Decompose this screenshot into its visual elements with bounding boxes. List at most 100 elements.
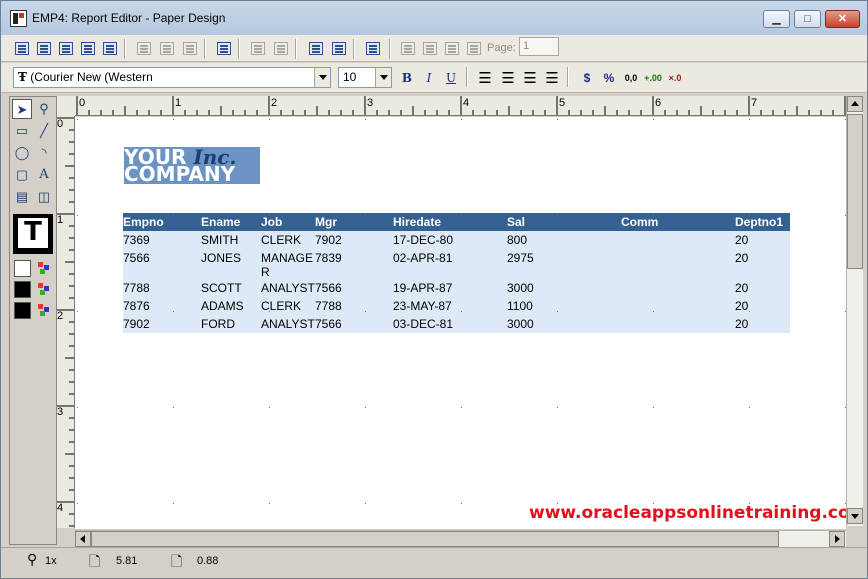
left-arrow-glyph — [80, 535, 85, 543]
maximize-button[interactable]: □ — [794, 10, 821, 28]
vertical-scroll-thumb[interactable] — [847, 114, 863, 269]
select-all-icon[interactable] — [362, 38, 382, 58]
down-arrow-glyph — [851, 514, 859, 519]
align-left-icon[interactable]: ☰ — [475, 68, 495, 88]
paper-parameter-form-icon[interactable] — [99, 38, 119, 58]
horizontal-scroll-thumb[interactable] — [91, 531, 779, 547]
select-tool-icon[interactable]: ➤ — [12, 99, 32, 119]
title-bar[interactable]: EMP4: Report Editor - Paper Design ▁ □ ✕ — [1, 1, 867, 35]
horizontal-scrollbar[interactable] — [75, 530, 846, 547]
column-header[interactable]: Deptno1 — [735, 215, 783, 229]
bring-to-front-icon[interactable] — [247, 38, 267, 58]
italic-button[interactable]: I — [419, 68, 439, 88]
font-select[interactable]: Ŧ (Courier New (Western — [13, 67, 331, 88]
data-model-icon[interactable] — [11, 38, 31, 58]
column-header[interactable]: Hiredate — [393, 215, 441, 229]
confine-mode-icon[interactable] — [305, 38, 325, 58]
scroll-up-icon[interactable] — [847, 96, 863, 112]
align-center-icon[interactable]: ☰ — [498, 68, 518, 88]
column-header[interactable]: Sal — [507, 215, 525, 229]
paper-design-canvas[interactable]: YOUR Inc. COMPANY Empno Ename Job Mgr Hireda… — [75, 117, 846, 529]
close-button[interactable]: ✕ — [825, 10, 860, 28]
horizontal-ruler[interactable]: 0 1 2 3 4 5 6 7 — [75, 96, 847, 116]
line-tool-icon[interactable]: ╱ — [34, 121, 54, 141]
column-header[interactable]: Comm — [621, 215, 658, 229]
table-cell: ANALYST — [261, 281, 315, 295]
currency-button[interactable]: $ — [577, 68, 597, 88]
text-color-icon[interactable] — [37, 303, 53, 319]
column-header[interactable]: Empno — [123, 215, 164, 229]
scroll-down-icon[interactable] — [847, 508, 863, 524]
column-header[interactable]: Job — [261, 215, 282, 229]
frame-tool-icon[interactable]: ◫ — [34, 187, 54, 207]
size-objects-icon[interactable] — [179, 38, 199, 58]
toolbar-separator — [353, 39, 355, 59]
grid-dot — [77, 119, 78, 120]
table-cell: 02-APR-81 — [393, 251, 453, 265]
fill-color-icon[interactable] — [37, 261, 53, 277]
vertical-position: 0.88 — [197, 555, 219, 567]
insert-page-number-icon[interactable] — [213, 38, 233, 58]
report-body: 7369 SMITH CLERK 7902 17-DEC-80 800 20 7566 JONE… — [123, 231, 790, 333]
next-page-icon[interactable] — [441, 38, 461, 58]
chevron-down-icon[interactable] — [375, 68, 391, 87]
grid-dot — [365, 215, 366, 216]
arc-tool-icon[interactable]: ◝ — [34, 143, 54, 163]
ruler-label-h0: 0 — [79, 97, 86, 109]
remove-decimal-button[interactable]: ×.0 — [665, 68, 685, 88]
align-objects-icon[interactable] — [156, 38, 176, 58]
bold-button[interactable]: B — [397, 68, 417, 88]
minimize-button[interactable]: ▁ — [763, 10, 790, 28]
add-decimal-button[interactable]: +.00 — [643, 68, 663, 88]
last-page-icon[interactable] — [463, 38, 483, 58]
page-number-input[interactable]: 1 — [519, 37, 559, 56]
text-tool-icon[interactable]: A — [34, 165, 54, 185]
send-to-back-icon[interactable] — [270, 38, 290, 58]
company-logo[interactable]: YOUR Inc. COMPANY — [124, 145, 260, 186]
percent-button[interactable]: % — [599, 68, 619, 88]
underline-button[interactable]: U — [441, 68, 461, 88]
table-cell: SMITH — [201, 233, 239, 247]
fill-color-swatch[interactable] — [14, 260, 31, 277]
align-right-icon[interactable]: ☰ — [520, 68, 540, 88]
grid-dot — [365, 119, 366, 120]
paper-layout-icon[interactable] — [55, 38, 75, 58]
text-color-swatch[interactable] — [14, 302, 31, 319]
grid-dot — [173, 503, 174, 504]
table-cell: 7369 — [123, 233, 150, 247]
line-color-icon[interactable] — [37, 282, 53, 298]
column-header[interactable]: Ename — [201, 215, 240, 229]
scroll-left-icon[interactable] — [75, 531, 91, 547]
paper-design-icon[interactable] — [77, 38, 97, 58]
select-parent-frame-icon[interactable] — [133, 38, 153, 58]
justify-icon[interactable]: ☰ — [542, 68, 562, 88]
scroll-right-icon[interactable] — [829, 531, 845, 547]
rounded-rectangle-tool-icon[interactable]: ▢ — [12, 165, 32, 185]
column-header[interactable]: Mgr — [315, 215, 337, 229]
rectangle-tool-icon[interactable]: ▭ — [12, 121, 32, 141]
web-source-icon[interactable] — [33, 38, 53, 58]
report-table[interactable]: Empno Ename Job Mgr Hiredate Sal Comm Deptno1 7… — [123, 213, 790, 333]
magnify-tool-icon[interactable]: ⚲ — [34, 99, 54, 119]
chevron-down-icon[interactable] — [314, 68, 330, 87]
grid-dot — [365, 311, 366, 312]
grid-dot — [557, 311, 558, 312]
commas-button[interactable]: 0,0 — [621, 68, 641, 88]
vertical-ruler[interactable]: 0 1 2 3 4 — [57, 116, 75, 528]
first-page-icon[interactable] — [397, 38, 417, 58]
flex-mode-icon[interactable] — [328, 38, 348, 58]
text-mode-icon[interactable]: T — [13, 214, 53, 254]
vertical-scrollbar[interactable] — [846, 96, 863, 526]
grid-dot — [653, 311, 654, 312]
horizontal-position-icon: 🗋 — [89, 553, 101, 569]
table-cell: 7839 — [315, 251, 342, 265]
field-tool-icon[interactable]: ▤ — [12, 187, 32, 207]
ruler-label-h4: 4 — [463, 97, 470, 109]
table-cell: 1100 — [507, 299, 533, 313]
grid-dot — [653, 119, 654, 120]
font-size-select[interactable]: 10 — [338, 67, 392, 88]
ellipse-tool-icon[interactable]: ◯ — [12, 143, 32, 163]
previous-page-icon[interactable] — [419, 38, 439, 58]
line-color-swatch[interactable] — [14, 281, 31, 298]
ruler-label-v1: 1 — [57, 214, 64, 226]
